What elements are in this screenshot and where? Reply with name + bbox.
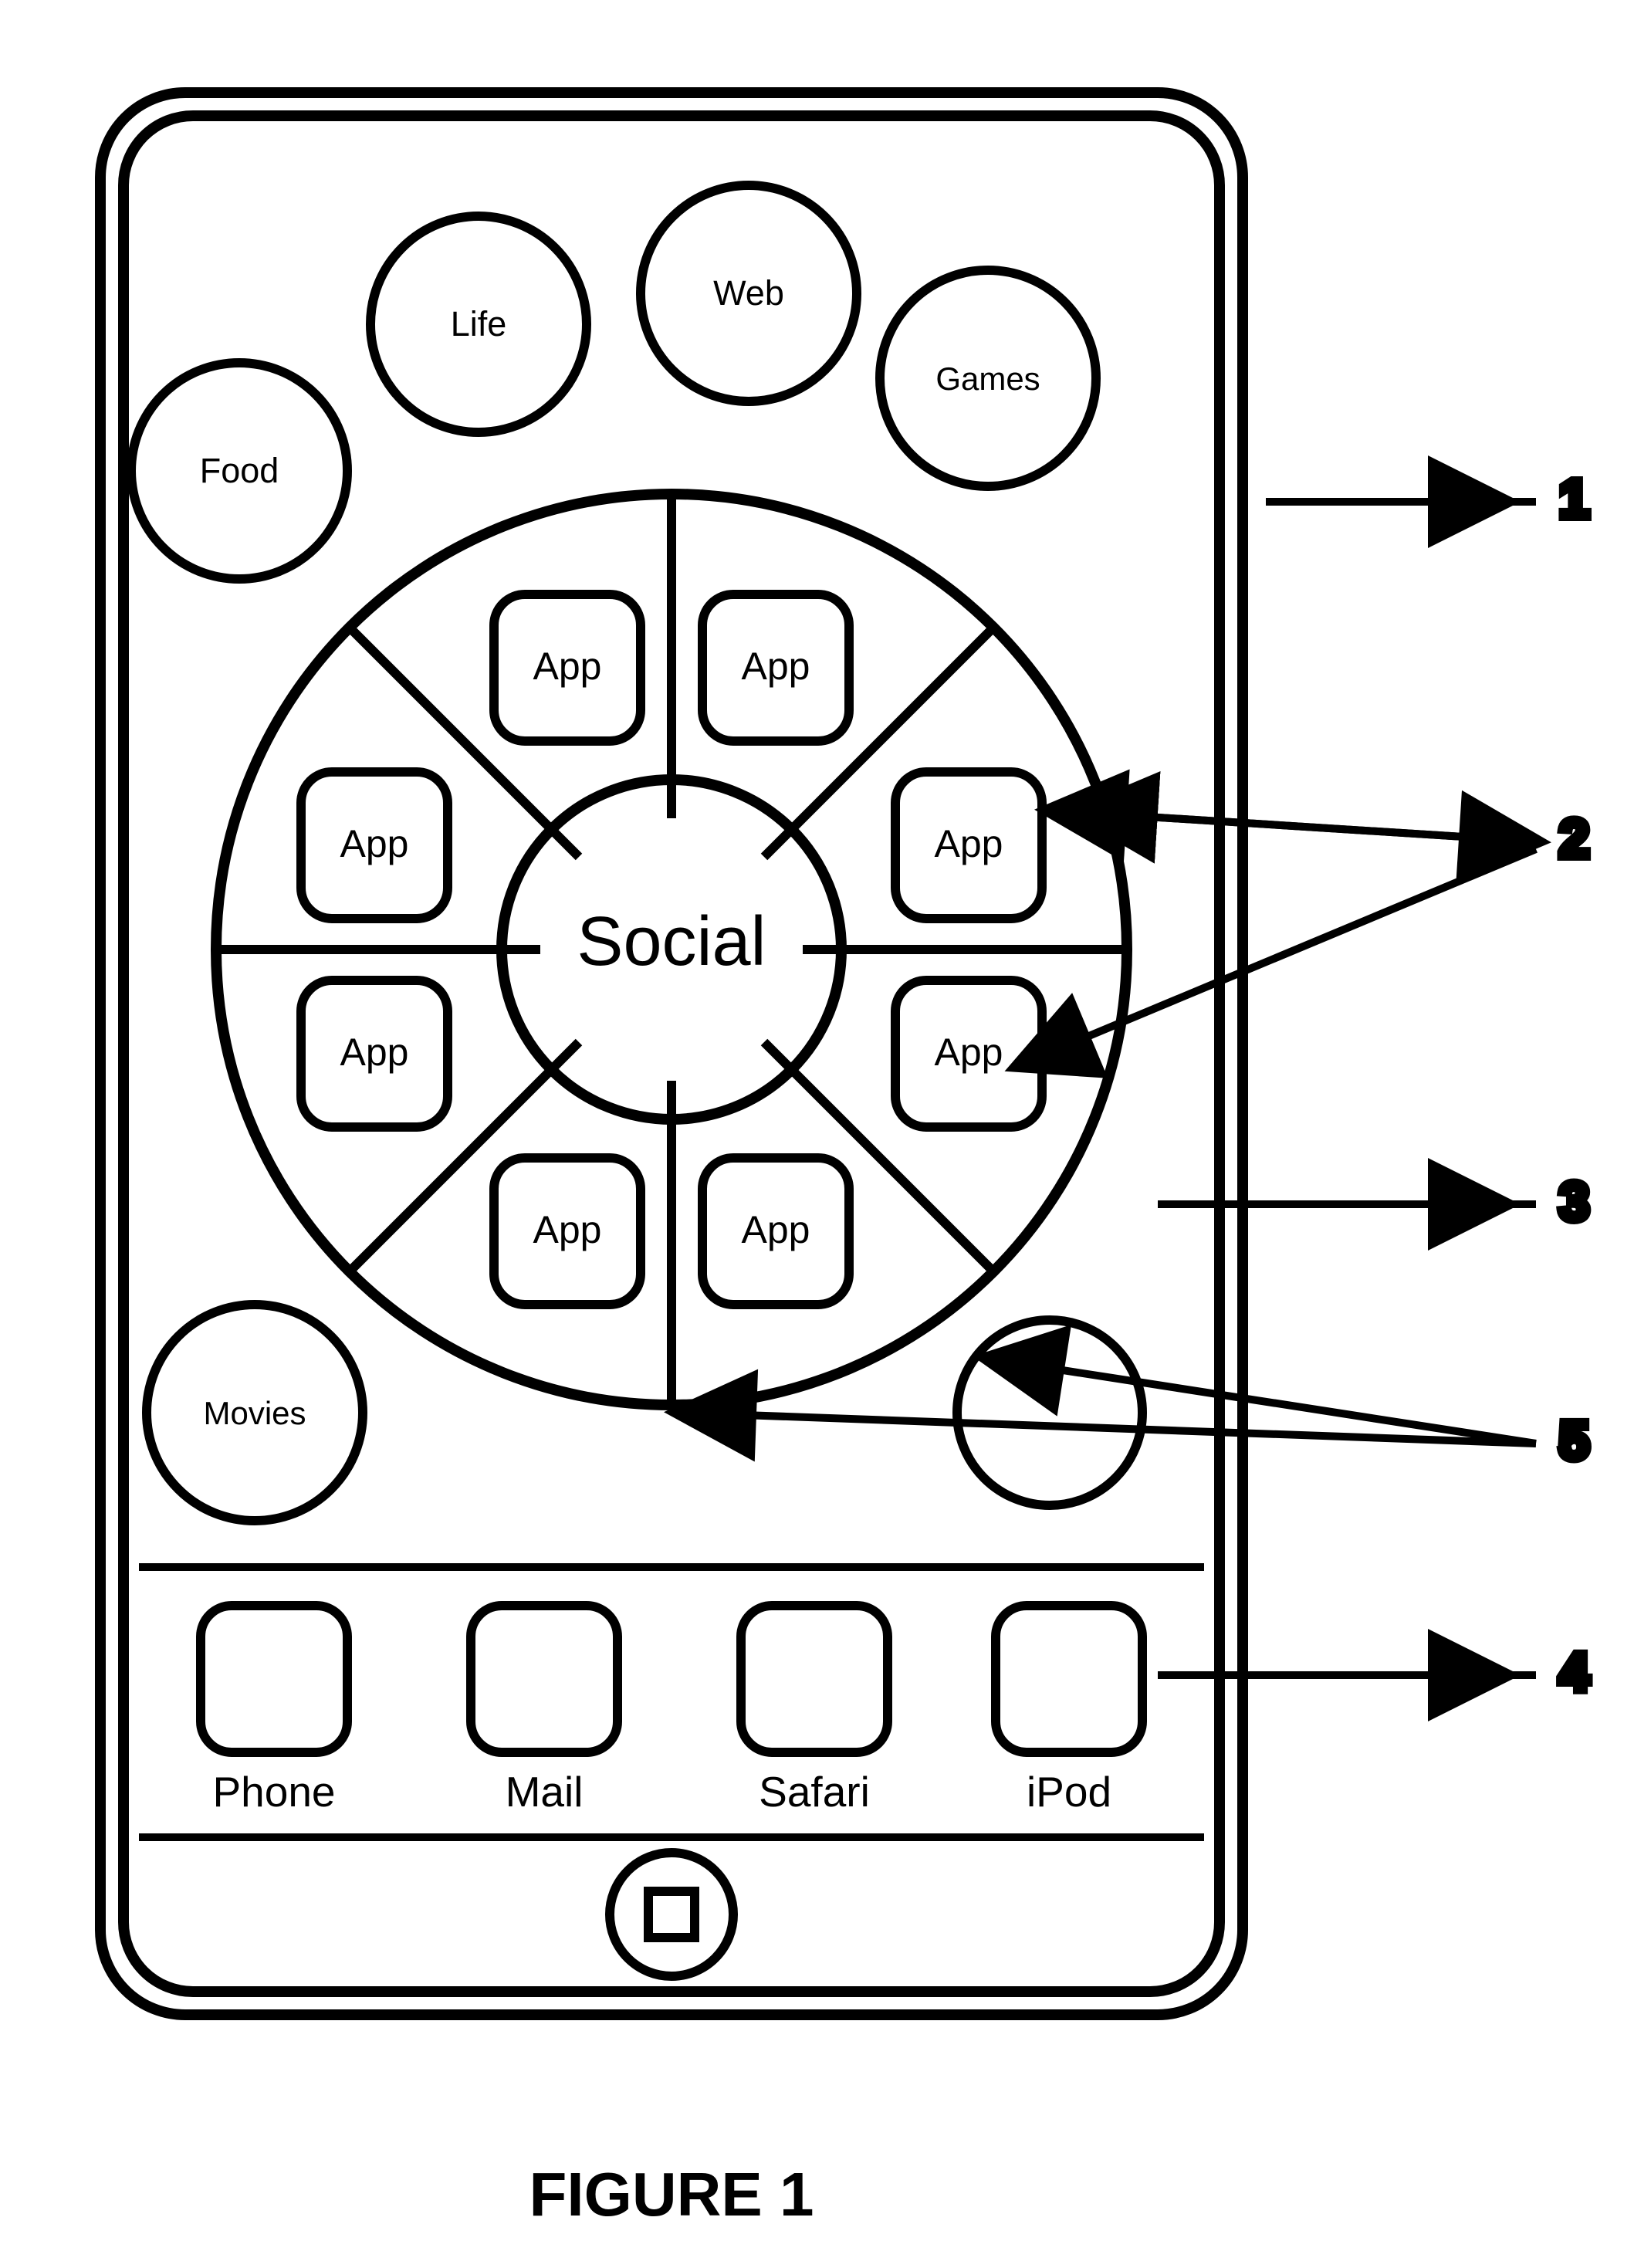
device-outer [100,93,1243,2015]
category-label: Life [451,304,507,344]
dock-label: Safari [759,1768,870,1816]
dock-item-safari[interactable] [741,1606,888,1752]
dock-item-ipod[interactable] [996,1606,1142,1752]
callout-1: 1 [1559,469,1589,529]
home-icon [648,1891,695,1938]
callout-5: 5 [1559,1410,1589,1471]
dock-item-mail[interactable] [471,1606,617,1752]
app-label: App [935,822,1003,865]
callout-3: 3 [1559,1171,1589,1231]
app-label: App [742,645,810,688]
app-label: App [742,1208,810,1251]
callout-4: 4 [1559,1642,1589,1702]
app-label: App [340,1031,409,1074]
category-label: Movies [203,1395,306,1431]
app-label: App [935,1031,1003,1074]
category-label: Games [935,361,1040,397]
app-label: App [340,822,409,865]
dock: Phone Mail Safari iPod [201,1606,1142,1816]
category-label: Food [200,451,279,490]
home-button[interactable] [610,1853,733,1976]
app-label: App [533,1208,602,1251]
dock-label: iPod [1027,1768,1111,1816]
dock-label: Phone [212,1768,335,1816]
callouts: 1 2 3 5 4 [679,469,1589,1702]
dock-item-phone[interactable] [201,1606,347,1752]
category-blank[interactable] [957,1320,1142,1505]
callout-2: 2 [1559,808,1589,868]
category-label: Web [713,273,784,313]
figure-svg: Social App App App App App App App App F… [0,0,1634,2268]
figure-caption: FIGURE 1 [529,2160,814,2229]
dock-label: Mail [506,1768,584,1816]
center-label: Social [577,903,766,980]
app-label: App [533,645,602,688]
